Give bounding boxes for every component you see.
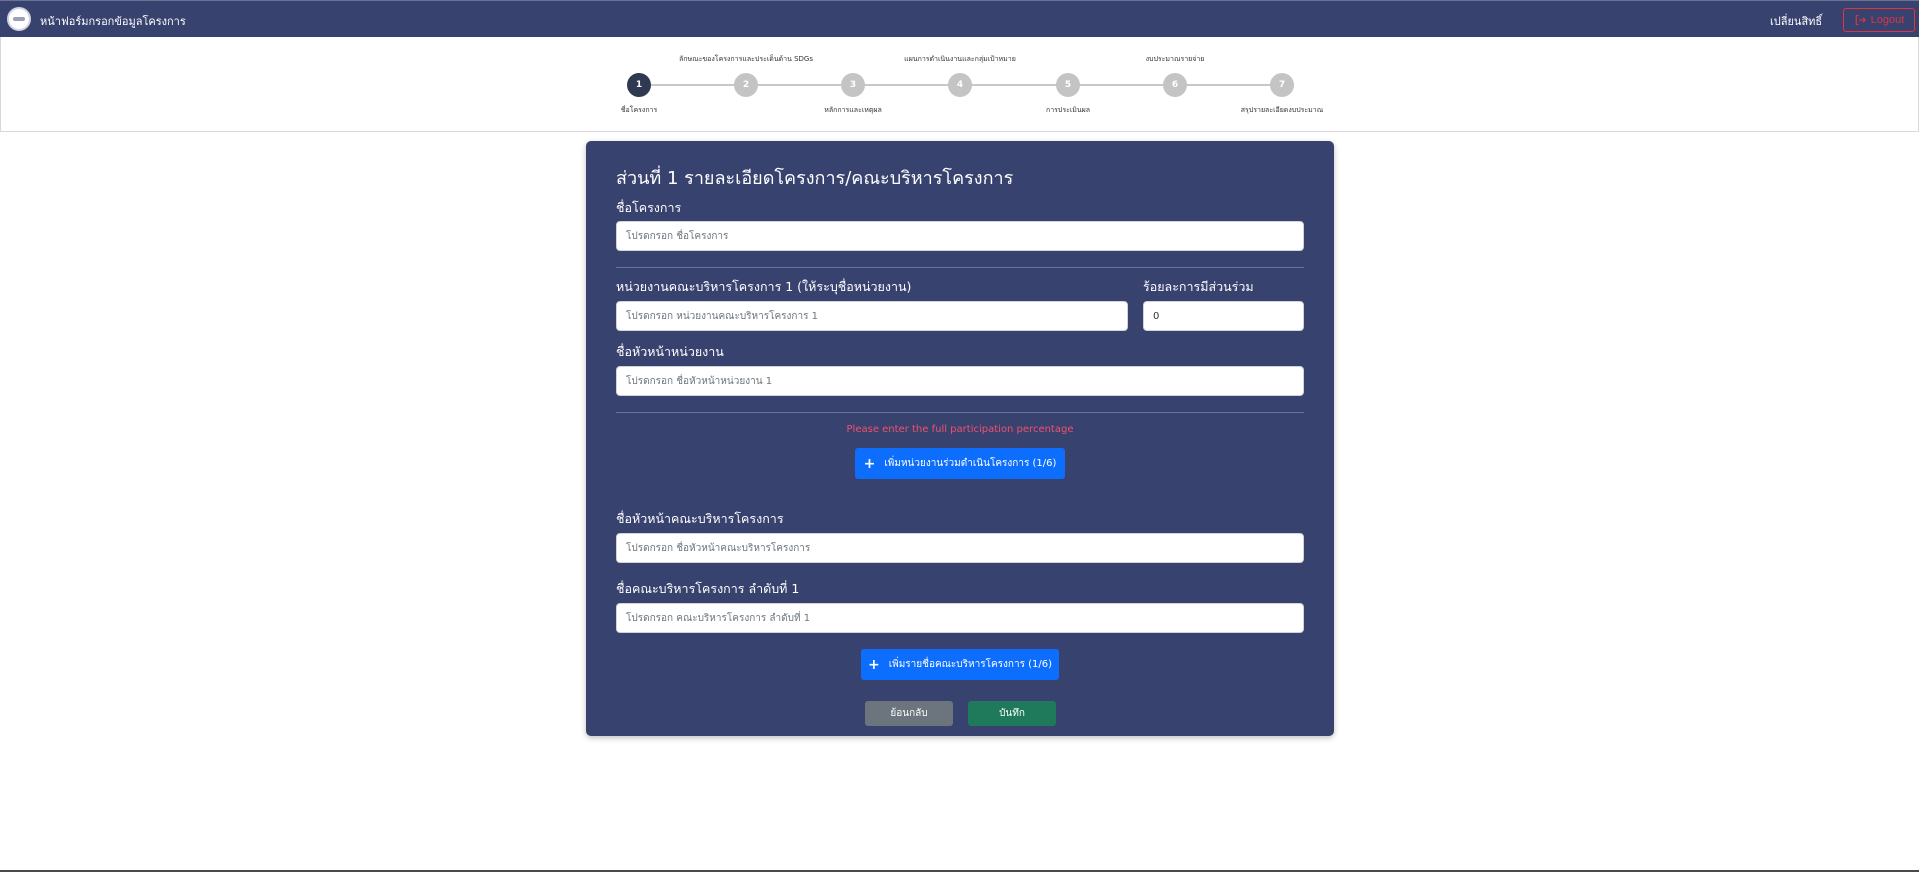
step-7[interactable]: 7	[1270, 73, 1294, 97]
step-4[interactable]: 4	[948, 73, 972, 97]
unit-head-label: ชื่อหัวหน้าหน่วยงาน	[616, 344, 724, 359]
logout-icon	[1855, 14, 1866, 26]
project-name-input[interactable]	[616, 221, 1304, 251]
change-role-link[interactable]: เปลี่ยนสิทธิ์	[1770, 12, 1822, 30]
step-5[interactable]: 5	[1056, 73, 1080, 97]
add-member-button[interactable]: + เพิ่มรายชื่อคณะบริหารโครงการ (1/6)	[861, 649, 1059, 680]
step-1[interactable]: 1	[627, 73, 651, 97]
step-label-4: แผนการดำเนินงานและกลุ่มเป้าหมาย	[904, 55, 1016, 63]
save-button[interactable]: บันทึก	[968, 701, 1056, 726]
project-name-label: ชื่อโครงการ	[616, 200, 682, 215]
plus-icon: +	[867, 656, 880, 673]
step-label-2: ลักษณะของโครงการและประเด็นด้าน SDGs	[679, 55, 813, 63]
add-unit-button[interactable]: + เพิ่มหน่วยงานร่วมดำเนินโครงการ (1/6)	[855, 448, 1065, 479]
progress-stepper: 1 2 3 4 5 6 7 ชื่อโครงการ ลักษณะของโครงก…	[0, 37, 1919, 132]
project-form-card: ส่วนที่ 1 รายละเอียดโครงการ/คณะบริหารโคร…	[586, 141, 1334, 736]
participation-input[interactable]	[1143, 301, 1304, 331]
committee-member-label: ชื่อคณะบริหารโครงการ ลำดับที่ 1	[616, 581, 800, 596]
unit-head-input[interactable]	[616, 366, 1304, 396]
step-3[interactable]: 3	[841, 73, 865, 97]
form-title: ส่วนที่ 1 รายละเอียดโครงการ/คณะบริหารโคร…	[616, 168, 1014, 189]
step-label-5: การประเมินผล	[1045, 106, 1091, 114]
top-navbar: หน้าฟอร์มกรอกข้อมูลโครงการ เปลี่ยนสิทธิ์…	[0, 0, 1919, 37]
divider	[616, 267, 1304, 268]
logo[interactable]	[7, 7, 31, 31]
logout-button[interactable]: Logout	[1843, 8, 1915, 32]
step-label-1: ชื่อโครงการ	[620, 106, 658, 114]
participation-error: Please enter the full participation perc…	[846, 424, 1074, 435]
step-2[interactable]: 2	[734, 73, 758, 97]
back-button[interactable]: ย้อนกลับ	[865, 701, 953, 726]
step-label-6: งบประมาณรายจ่าย	[1145, 55, 1205, 63]
add-member-label: เพิ่มรายชื่อคณะบริหารโครงการ (1/6)	[888, 659, 1053, 670]
committee-head-label: ชื่อหัวหน้าคณะบริหารโครงการ	[616, 511, 784, 526]
unit-input[interactable]	[616, 301, 1128, 331]
participation-label: ร้อยละการมีส่วนร่วม	[1143, 279, 1254, 294]
logout-label: Logout	[1870, 14, 1905, 26]
divider	[616, 412, 1304, 413]
plus-icon: +	[863, 455, 876, 472]
committee-member-input[interactable]	[616, 603, 1304, 633]
unit-label: หน่วยงานคณะบริหารโครงการ 1 (ให้ระบุชื่อห…	[616, 279, 912, 294]
step-label-7: สรุปรายละเอียดงบประมาณ	[1240, 106, 1324, 114]
add-unit-label: เพิ่มหน่วยงานร่วมดำเนินโครงการ (1/6)	[884, 458, 1057, 469]
page-title: หน้าฟอร์มกรอกข้อมูลโครงการ	[40, 15, 186, 28]
committee-head-input[interactable]	[616, 533, 1304, 563]
step-label-3: หลักการและเหตุผล	[824, 106, 882, 114]
step-6[interactable]: 6	[1163, 73, 1187, 97]
